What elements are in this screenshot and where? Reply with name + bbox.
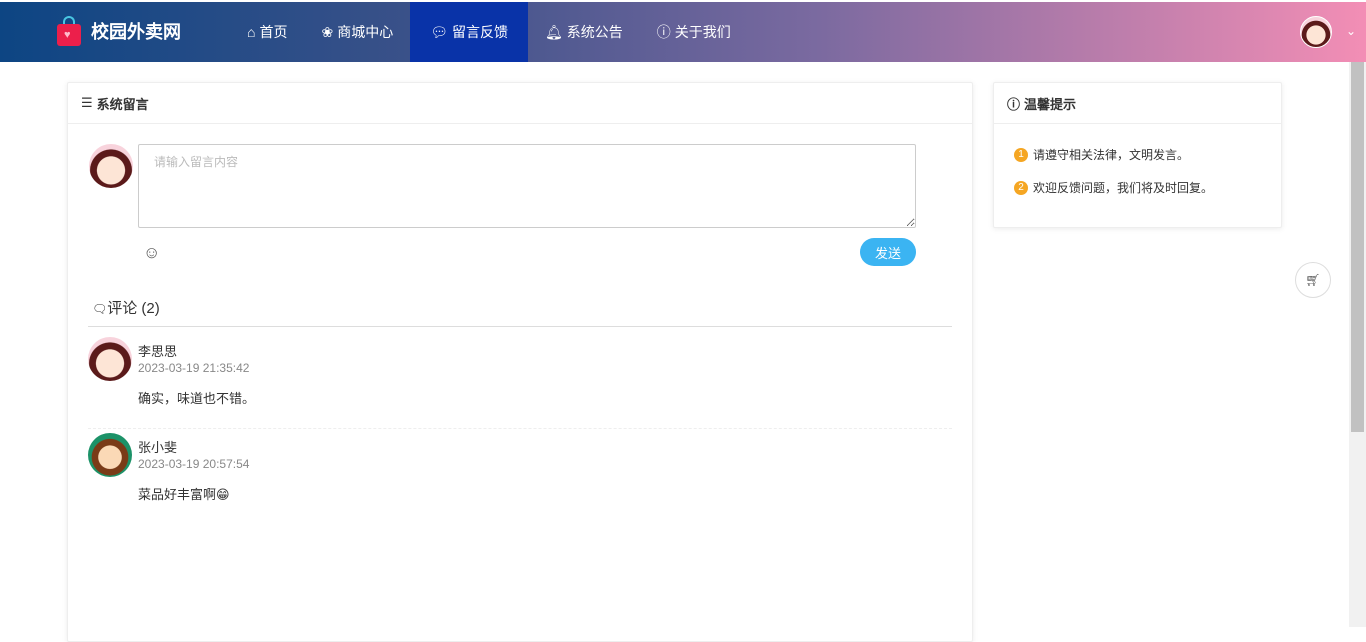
nav-about[interactable]: ⓘ 关于我们 — [640, 2, 748, 62]
nav-feedback[interactable]: 💬︎ 留言反馈 — [410, 2, 528, 62]
comment-icon: 💬︎ — [430, 23, 448, 40]
commenter-avatar — [88, 433, 132, 477]
info-icon: ⓘ — [656, 24, 671, 40]
user-avatar[interactable] — [1300, 16, 1332, 48]
emoji-icon[interactable]: ☺ — [143, 243, 160, 263]
brand-logo[interactable]: ♥ 校园外卖网 — [57, 16, 181, 46]
cart-button[interactable]: 🛒︎ — [1295, 262, 1331, 298]
comment-time: 2023-03-19 21:35:42 — [138, 361, 250, 375]
comments-icon: 🗨︎ — [92, 302, 108, 316]
shopping-bag-icon: ♥ — [57, 16, 81, 46]
comment-time: 2023-03-19 20:57:54 — [138, 457, 250, 471]
comment-author: 张小斐 — [138, 440, 178, 455]
comment-text: 确实，味道也不错。 — [138, 391, 256, 406]
commenter-avatar — [88, 337, 132, 381]
comment-text: 菜品好丰富啊😁 — [138, 487, 230, 502]
divider — [88, 326, 952, 327]
message-panel: ☰系统留言 ☺ 发送 🗨︎评论 (2) 李思思 2023-03-19 21:35… — [67, 82, 973, 642]
comment-item: 李思思 2023-03-19 21:35:42 确实，味道也不错。 — [88, 333, 952, 429]
nav-mall[interactable]: ❀ 商城中心 — [304, 2, 410, 62]
nav-home[interactable]: ⌂ 首页 — [230, 2, 304, 62]
cart-icon: 🛒︎ — [1305, 273, 1321, 287]
top-navbar: ♥ 校园外卖网 ⌂ 首页 ❀ 商城中心 💬︎ 留言反馈 🔔︎ 系统公告 ⓘ 关于我们 ⌄ — [0, 2, 1366, 62]
scrollbar-thumb[interactable] — [1351, 62, 1364, 432]
message-input[interactable] — [138, 144, 916, 228]
info-icon: ⓘ — [1007, 96, 1021, 112]
comments-heading: 🗨︎评论 (2) — [92, 300, 160, 317]
menu-icon: ☰ — [81, 95, 93, 110]
brand-name: 校园外卖网 — [91, 22, 181, 42]
paw-icon: ❀ — [321, 23, 334, 40]
current-user-avatar — [89, 144, 133, 188]
tips-title: 温馨提示 — [1024, 96, 1077, 112]
tip-item: 1 请遵守相关法律，文明发言。 — [1014, 146, 1281, 163]
tips-panel: ⓘ 温馨提示 1 请遵守相关法律，文明发言。 2 欢迎反馈问题，我们将及时回复。 — [993, 82, 1282, 228]
send-button[interactable]: 发送 — [860, 238, 916, 266]
comment-item: 张小斐 2023-03-19 20:57:54 菜品好丰富啊😁 — [88, 429, 952, 525]
tip-item: 2 欢迎反馈问题，我们将及时回复。 — [1014, 179, 1281, 196]
comment-author: 李思思 — [138, 344, 178, 359]
home-icon: ⌂ — [247, 24, 256, 40]
number-one-icon: 1 — [1014, 147, 1028, 162]
scrollbar[interactable] — [1349, 62, 1366, 627]
nav-notice[interactable]: 🔔︎ 系统公告 — [528, 2, 640, 62]
panel-title: 系统留言 — [96, 96, 149, 112]
chevron-down-icon[interactable]: ⌄ — [1346, 24, 1356, 38]
number-two-icon: 2 — [1014, 180, 1028, 195]
bell-icon: 🔔︎ — [544, 23, 563, 40]
